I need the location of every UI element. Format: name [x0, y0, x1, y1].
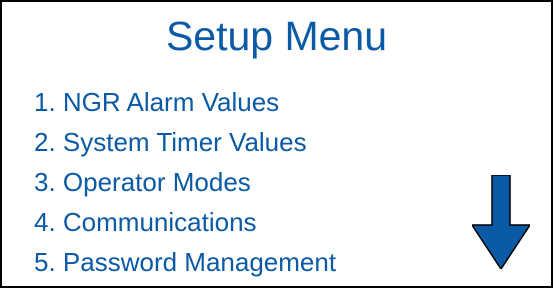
- menu-item-system-timer-values[interactable]: 2. System Timer Values: [34, 122, 336, 162]
- menu-item-communications[interactable]: 4. Communications: [34, 202, 336, 242]
- menu-item-password-management[interactable]: 5. Password Management: [34, 242, 336, 282]
- menu-item-ngr-alarm-values[interactable]: 1. NGR Alarm Values: [34, 82, 336, 122]
- page-title: Setup Menu: [165, 13, 388, 59]
- menu-item-operator-modes[interactable]: 3. Operator Modes: [34, 162, 336, 202]
- setup-menu-screen: Setup Menu 1. NGR Alarm Values 2. System…: [0, 0, 553, 288]
- arrow-down-icon[interactable]: [472, 175, 530, 269]
- setup-menu-list: 1. NGR Alarm Values 2. System Timer Valu…: [34, 82, 336, 282]
